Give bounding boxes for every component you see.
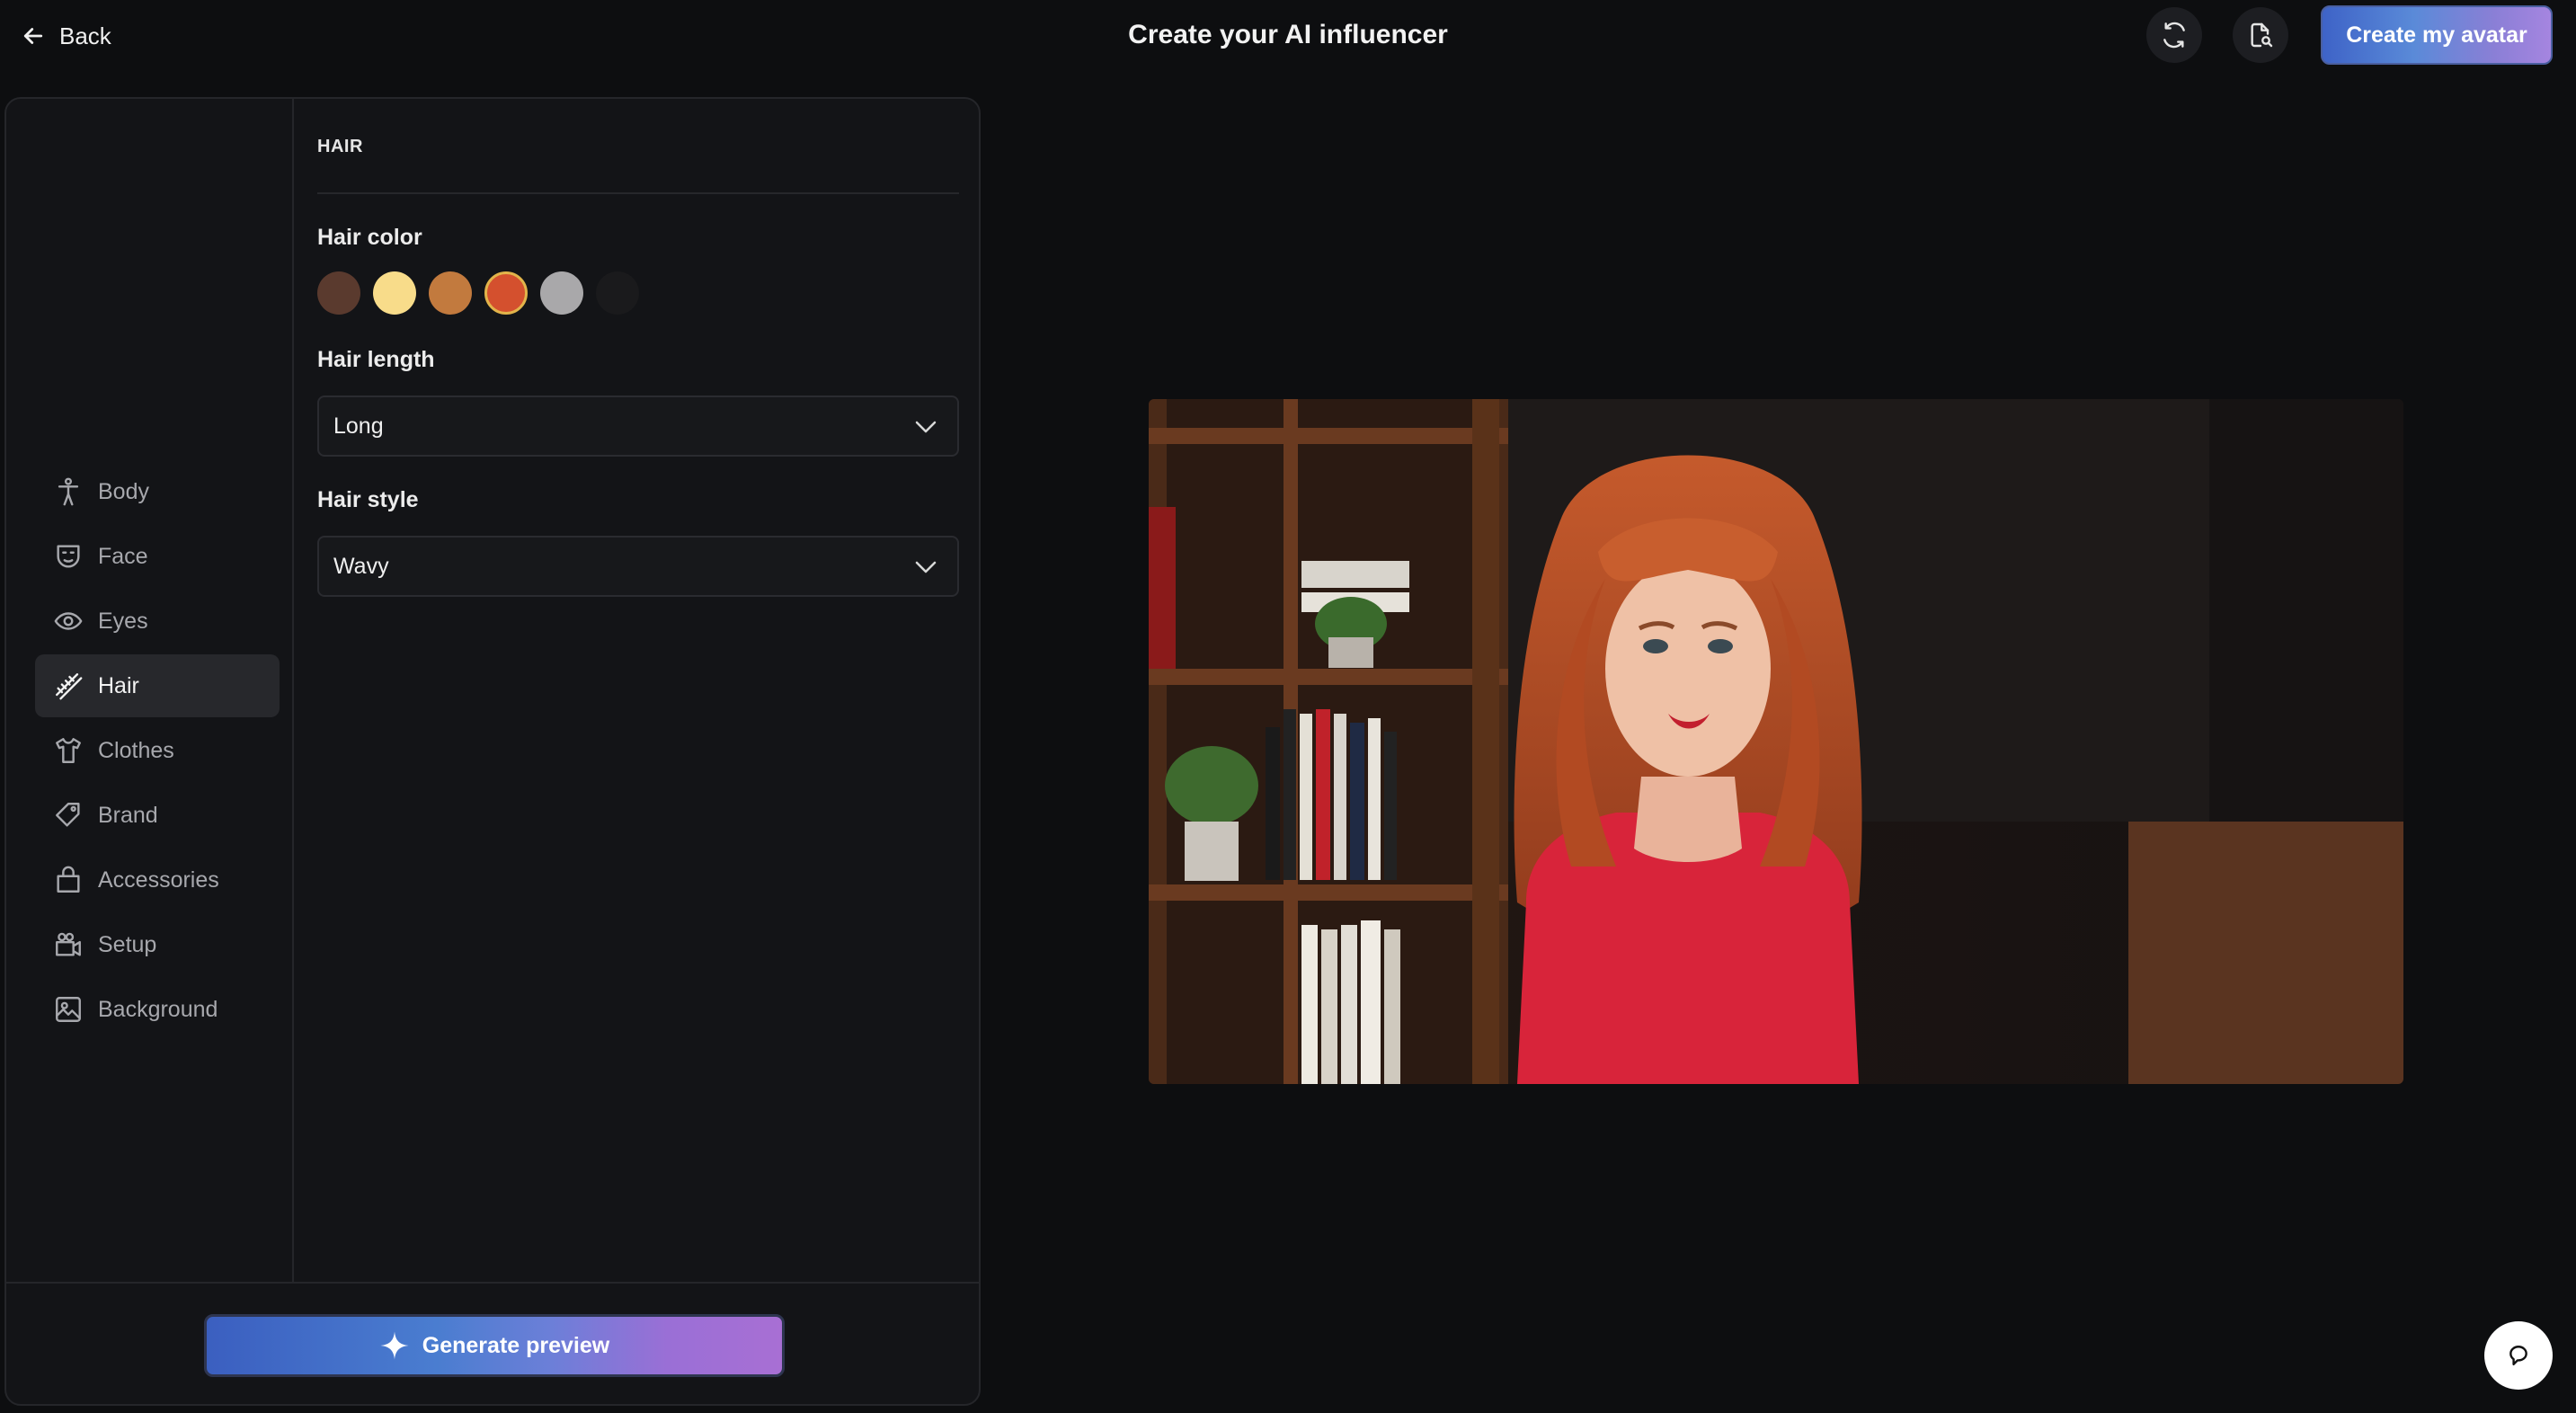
hair-style-value: Wavy: [333, 553, 389, 579]
sparkle-icon: [380, 1331, 409, 1360]
eye-icon: [54, 612, 83, 630]
avatar-person: [1514, 455, 1862, 1084]
panel-footer: Generate preview: [6, 1282, 979, 1404]
color-swatch[interactable]: [429, 271, 472, 315]
sidebar-item-background[interactable]: Background: [35, 978, 280, 1041]
category-sidebar: Body Face Eyes Hair Clothes Brand Access…: [6, 99, 294, 1282]
sidebar-item-accessories[interactable]: Accessories: [35, 849, 280, 911]
shirt-icon: [56, 738, 81, 763]
hair-style-select[interactable]: Wavy: [317, 536, 959, 597]
color-swatch[interactable]: [540, 271, 583, 315]
color-swatch[interactable]: [484, 271, 528, 315]
color-swatch[interactable]: [317, 271, 360, 315]
regenerate-button[interactable]: [2146, 7, 2202, 63]
chevron-down-icon: [915, 421, 937, 433]
top-bar: Back Create your AI influencer Create my…: [0, 0, 2576, 72]
sidebar-item-label: Accessories: [98, 866, 219, 893]
tag-icon: [56, 803, 80, 827]
refresh-icon: [2163, 22, 2185, 49]
sidebar-item-label: Brand: [98, 802, 158, 828]
sidebar-item-label: Setup: [98, 931, 157, 957]
color-swatch[interactable]: [373, 271, 416, 315]
generate-preview-label: Generate preview: [422, 1332, 610, 1358]
sidebar-item-face[interactable]: Face: [35, 525, 280, 588]
sidebar-item-brand[interactable]: Brand: [35, 784, 280, 847]
hair-color-label: Hair color: [317, 225, 422, 250]
section-title: HAIR: [317, 137, 363, 156]
camera-icon: [56, 932, 81, 956]
sidebar-item-clothes[interactable]: Clothes: [35, 719, 280, 782]
divider: [317, 192, 959, 194]
bag-icon: [57, 866, 80, 893]
create-avatar-button[interactable]: Create my avatar: [2321, 5, 2553, 65]
back-label: Back: [59, 22, 111, 49]
image-icon: [56, 997, 81, 1022]
back-button[interactable]: Back: [20, 16, 111, 56]
face-icon: [57, 545, 80, 568]
category-nav: Body Face Eyes Hair Clothes Brand Access…: [35, 460, 280, 1043]
hair-style-label: Hair style: [317, 487, 419, 512]
desk: [2128, 822, 2403, 1084]
avatar-preview-image: [1149, 399, 2403, 1084]
generate-preview-button[interactable]: Generate preview: [204, 1314, 785, 1377]
sidebar-item-label: Face: [98, 543, 148, 569]
sidebar-item-label: Clothes: [98, 737, 174, 763]
color-swatch[interactable]: [596, 271, 639, 315]
sidebar-item-label: Hair: [98, 672, 139, 698]
body-icon: [58, 477, 79, 506]
sidebar-item-hair[interactable]: Hair: [35, 654, 280, 717]
chevron-down-icon: [915, 561, 937, 573]
chat-bubble-icon: [2509, 1346, 2527, 1365]
hair-color-swatches: [317, 271, 639, 315]
file-search-icon: [2251, 22, 2273, 48]
avatar-illustration: [1149, 399, 2403, 1084]
hair-length-select[interactable]: Long: [317, 395, 959, 457]
hair-icon: [56, 673, 83, 700]
hair-length-value: Long: [333, 413, 384, 439]
sidebar-item-body[interactable]: Body: [35, 460, 280, 523]
bookshelf: [1149, 399, 1508, 1084]
chat-button[interactable]: [2484, 1321, 2553, 1390]
editor-panel: Body Face Eyes Hair Clothes Brand Access…: [4, 97, 981, 1406]
sidebar-item-label: Background: [98, 996, 218, 1022]
search-document-button[interactable]: [2233, 7, 2288, 63]
sidebar-item-label: Eyes: [98, 608, 148, 634]
sidebar-item-eyes[interactable]: Eyes: [35, 590, 280, 653]
sidebar-item-label: Body: [98, 478, 149, 504]
hair-length-label: Hair length: [317, 347, 435, 372]
sidebar-item-setup[interactable]: Setup: [35, 913, 280, 976]
arrow-left-icon: [23, 28, 43, 44]
